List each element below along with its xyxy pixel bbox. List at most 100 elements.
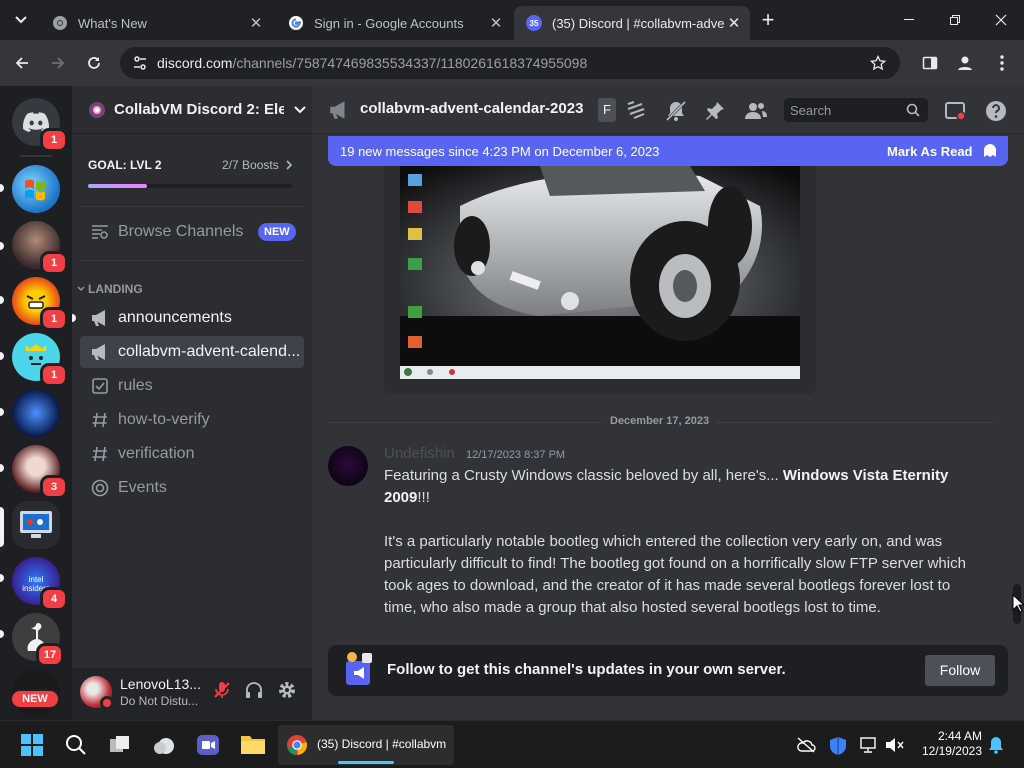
boost-count-link[interactable]: 2/7 Boosts [222,158,293,172]
boost-progress-fill [88,184,148,188]
browse-channels-item[interactable]: Browse Channels NEW [80,216,304,248]
tray-volume[interactable] [884,736,904,754]
tab-close-button[interactable]: ✕ [246,14,266,32]
taskbar-file-explorer[interactable] [240,733,266,755]
hash-icon [92,446,107,462]
channel-collabvm-advent-calendar[interactable]: collabvm-advent-calend... [80,336,304,368]
mark-as-read-button[interactable]: Mark As Read [887,144,973,159]
notification-badge: 3 [40,475,68,499]
site-info-icon[interactable] [132,55,148,71]
channel-name: verification [118,445,195,462]
channel-events[interactable]: Events [80,472,304,504]
server-icon-anime-girl[interactable]: 3 [12,445,68,499]
mute-button[interactable] [212,680,236,704]
notification-badge: 4 [40,587,68,611]
network-icon [860,737,876,753]
task-view-button[interactable] [108,733,132,757]
start-button[interactable] [20,733,44,757]
search-placeholder: Search [790,103,832,118]
taskbar-discord[interactable] [196,733,220,757]
avatar[interactable] [328,446,368,486]
channel-rules[interactable]: rules [80,370,304,402]
google-icon [289,16,303,30]
side-panel-icon [922,56,938,70]
guild-header[interactable]: CollabVM Discord 2: Ele [72,86,312,134]
chrome-menu-button[interactable] [987,48,1017,78]
message-author[interactable]: Undefishin [384,445,455,462]
follow-header-button[interactable]: F [598,98,616,122]
discord-favicon-icon: 35 [526,15,542,31]
inbox-button[interactable] [944,100,966,122]
channel-how-to-verify[interactable]: how-to-verify [80,404,304,436]
unread-pill [0,296,4,304]
tab-close-button[interactable]: ✕ [486,14,506,32]
member-list-button[interactable] [744,100,768,122]
tray-security[interactable] [828,736,848,756]
home-button[interactable]: 1 [12,98,68,152]
follow-button[interactable]: Follow [925,655,995,686]
taskbar-chrome[interactable]: (35) Discord | #collabvm [278,725,454,765]
bookmark-star-icon[interactable] [870,55,886,71]
side-panel-button[interactable] [915,48,945,78]
reload-button[interactable] [79,48,109,78]
divider [80,206,304,207]
address-bar[interactable]: discord.com/channels/758747469835534337/… [120,47,900,79]
minimize-button[interactable] [886,0,932,40]
tray-network[interactable] [858,736,878,754]
pinned-messages-button[interactable] [704,100,726,122]
help-icon [986,101,1006,121]
clock-date: 12/19/2023 [921,744,982,758]
collabvm-monitor-icon [20,511,52,538]
user-settings-button[interactable] [277,680,301,704]
tab-whats-new[interactable]: What's New ✕ [40,6,272,40]
url-path: /channels/758747469835534337/11802616183… [232,55,588,71]
search-input[interactable]: Search [784,98,928,122]
tab-close-button[interactable]: ✕ [724,14,744,32]
server-icon-blue-orb[interactable] [12,389,60,437]
mouse-cursor-icon [1012,594,1024,613]
close-window-button[interactable] [978,0,1024,40]
server-icon-windows7[interactable] [12,165,60,213]
channel-verification[interactable]: verification [80,438,304,470]
tab-notification-count: 35 [529,18,539,28]
server-icon-anime[interactable]: 1 [12,221,68,275]
windows-taskbar: (35) Discord | #collabvm 2:44 AM 12/19/2… [0,720,1024,768]
notification-badge: 1 [40,363,68,387]
help-button[interactable] [984,99,1008,123]
taskbar-clock[interactable]: 2:44 AM 12/19/2023 [920,729,982,759]
server-icon-goose[interactable]: 17 [12,613,64,667]
tab-google-sign-in[interactable]: Sign in - Google Accounts ✕ [276,6,512,40]
restore-button[interactable] [932,0,978,40]
server-icon-collabvm[interactable] [12,501,60,549]
notification-center-button[interactable] [988,736,1004,754]
tab-search-button[interactable] [6,5,36,35]
new-servers-pill[interactable]: NEW [10,689,60,709]
attachment-image[interactable] [400,166,800,379]
back-button[interactable] [7,48,37,78]
vista-desktop-car-picture [400,166,800,379]
profile-button[interactable] [950,48,980,78]
folder-icon [241,736,265,754]
boost-flower-icon [89,101,105,118]
server-icon-cyan-face[interactable]: 1 [12,333,68,387]
chrome-icon [287,735,307,755]
threads-button[interactable] [624,100,648,120]
deafen-button[interactable] [244,680,268,704]
members-icon [745,103,767,119]
new-messages-text: 19 new messages since 4:23 PM on Decembe… [340,144,660,159]
tray-cloud-off[interactable] [796,736,816,754]
notification-settings-button[interactable] [664,100,688,122]
forward-button[interactable] [43,48,73,78]
server-icon-angry-face[interactable]: 1 [12,277,68,331]
follow-bar-text: Follow to get this channel's updates in … [387,661,786,678]
widgets-button[interactable] [152,733,178,757]
hash-icon [92,412,107,428]
announcement-icon [92,310,105,326]
tab-discord[interactable]: 35 (35) Discord | #collabvm-adven ✕ [514,6,750,40]
search-button[interactable] [64,733,88,757]
new-tab-button[interactable]: + [756,8,780,32]
server-icon-intel-insiders[interactable]: intel insiders 4 [12,557,68,611]
new-messages-bar[interactable]: 19 new messages since 4:23 PM on Decembe… [328,136,1008,166]
category-landing[interactable]: LANDING [76,282,143,296]
channel-announcements[interactable]: announcements [80,302,304,334]
